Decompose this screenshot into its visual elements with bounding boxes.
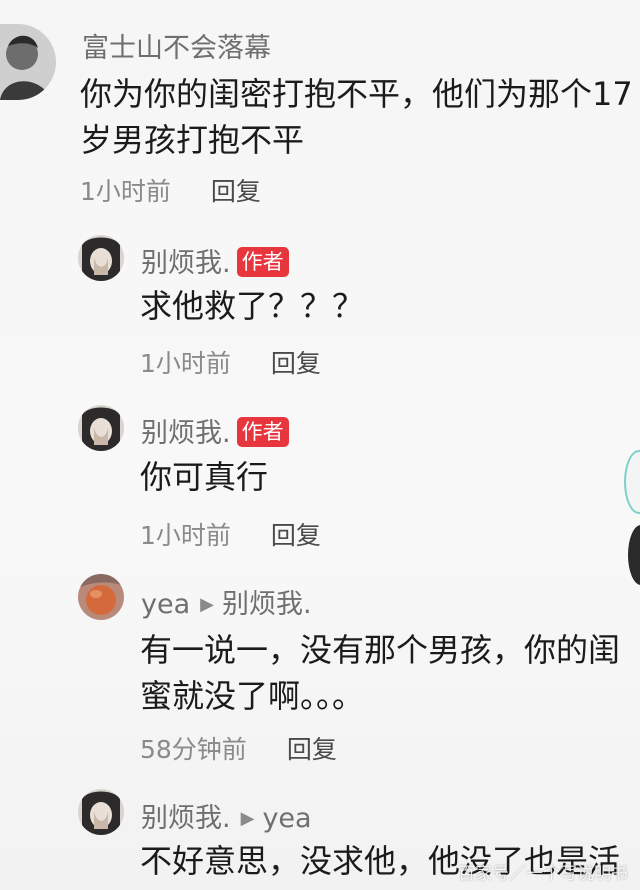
- avatar[interactable]: [78, 789, 124, 835]
- comment-username[interactable]: 别烦我. ▶ yea: [141, 796, 312, 835]
- comment-username[interactable]: 别烦我. 作者: [141, 411, 289, 450]
- comment-text-line: 求他救了？？？: [140, 287, 365, 325]
- comment-text: 求他救了？？？: [140, 283, 364, 329]
- comment-text-line: 你可真行: [140, 458, 269, 496]
- reply-button[interactable]: 回复: [287, 735, 337, 764]
- comment-text-line: 你为你的闺密打抱不平，他们为那个17: [80, 75, 633, 113]
- comment-item: 别烦我. 作者 求他救了？？？ 1小时前 回复: [0, 220, 640, 390]
- comment-meta: 1小时前 回复: [80, 172, 261, 208]
- comment-text-line: 岁男孩打抱不平: [80, 121, 305, 159]
- comment-meta: 58分钟前 回复: [140, 730, 337, 766]
- comment-item: yea ▶ 别烦我. 有一说一，没有那个男孩，你的闺 蜜就没了啊。。。 58分钟前 回…: [0, 560, 640, 775]
- comment-time: 58分钟前: [140, 735, 247, 764]
- author-badge: 作者: [236, 247, 289, 277]
- comment-meta: 1小时前 回复: [140, 344, 321, 380]
- comment-time: 1小时前: [140, 521, 231, 550]
- comment-time: 1小时前: [140, 349, 231, 378]
- username-text[interactable]: 别烦我.: [141, 418, 231, 449]
- username-text[interactable]: 别烦我.: [141, 803, 231, 834]
- comment-text-line: 蜜就没了啊。。。: [140, 677, 365, 715]
- comment-time: 1小时前: [80, 177, 171, 206]
- reply-arrow-icon: ▶: [200, 594, 214, 615]
- username-text[interactable]: yea: [141, 589, 190, 620]
- avatar[interactable]: [78, 405, 124, 451]
- avatar[interactable]: [0, 24, 56, 100]
- comment-item: 富士山不会落幕 你为你的闺密打抱不平，他们为那个17 岁男孩打抱不平 1小时前 回…: [0, 0, 640, 220]
- comment-text: 你为你的闺密打抱不平，他们为那个17 岁男孩打抱不平: [80, 71, 633, 163]
- comment-item: 别烦我. 作者 你可真行 1小时前 回复: [0, 390, 640, 560]
- comment-meta: 1小时前 回复: [140, 516, 321, 552]
- comment-username[interactable]: yea ▶ 别烦我.: [141, 582, 312, 621]
- author-badge: 作者: [236, 417, 289, 447]
- watermark: 百家号／一个写说明书: [458, 864, 628, 884]
- comment-username[interactable]: 别烦我. 作者: [141, 241, 289, 280]
- comment-text: 你可真行: [140, 454, 268, 500]
- reply-button[interactable]: 回复: [271, 349, 321, 378]
- reply-button[interactable]: 回复: [271, 521, 321, 550]
- comment-text: 有一说一，没有那个男孩，你的闺 蜜就没了啊。。。: [140, 627, 620, 719]
- username-text[interactable]: 别烦我.: [141, 248, 231, 279]
- reply-arrow-icon: ▶: [240, 808, 255, 829]
- username-text[interactable]: 富士山不会落幕: [82, 33, 271, 64]
- comment-text-line: 有一说一，没有那个男孩，你的闺: [140, 631, 621, 669]
- avatar[interactable]: [78, 574, 124, 620]
- reply-button[interactable]: 回复: [211, 177, 261, 206]
- comment-username[interactable]: 富士山不会落幕: [82, 26, 271, 65]
- reply-to-username[interactable]: 别烦我.: [222, 589, 312, 620]
- comment-thread: 富士山不会落幕 你为你的闺密打抱不平，他们为那个17 岁男孩打抱不平 1小时前回…: [0, 0, 640, 890]
- avatar[interactable]: [78, 235, 124, 281]
- reply-to-username[interactable]: yea: [262, 803, 311, 834]
